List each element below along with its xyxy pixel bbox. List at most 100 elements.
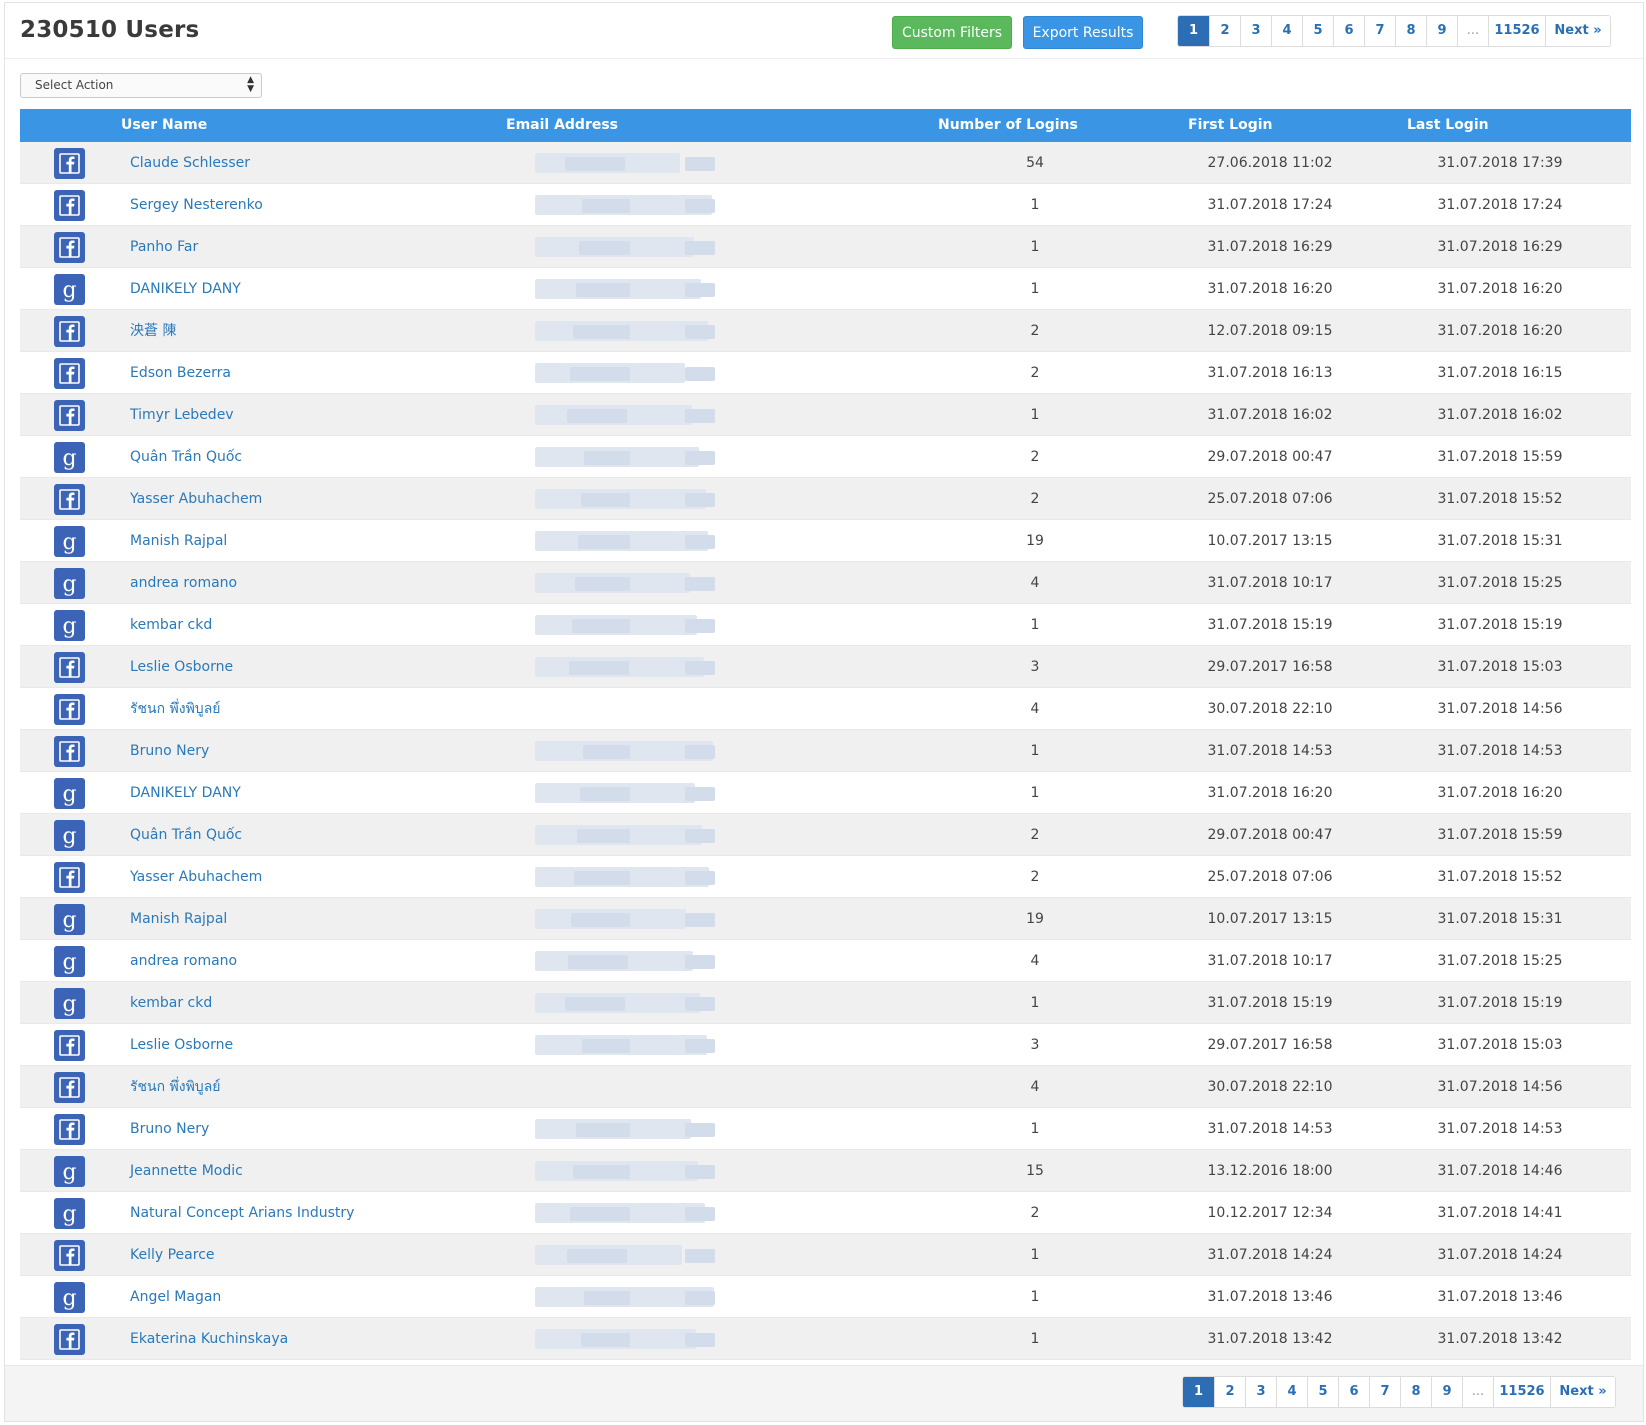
pagination-page[interactable]: 6 bbox=[1339, 1377, 1370, 1407]
column-email[interactable]: Email Address bbox=[506, 109, 618, 142]
pagination-page[interactable]: 9 bbox=[1432, 1377, 1463, 1407]
last-login: 31.07.2018 15:52 bbox=[1437, 491, 1563, 507]
first-login: 30.07.2018 22:10 bbox=[1207, 701, 1333, 717]
svg-text:g: g bbox=[62, 1286, 76, 1311]
column-first-login[interactable]: First Login bbox=[1188, 109, 1273, 142]
table-row: Claude Schlesser 54 27.06.2018 11:02 31.07.… bbox=[20, 142, 1631, 184]
column-last-login[interactable]: Last Login bbox=[1407, 109, 1489, 142]
table-row: Bruno Nery 1 31.07.2018 14:53 31.07.2018 14… bbox=[20, 1108, 1631, 1150]
user-name-link[interactable]: Manish Rajpal bbox=[130, 520, 227, 562]
user-name-link[interactable]: andrea romano bbox=[130, 562, 237, 604]
user-name-link[interactable]: Sergey Nesterenko bbox=[130, 184, 263, 226]
pagination-page[interactable]: 8 bbox=[1401, 1377, 1432, 1407]
column-user-name[interactable]: User Name bbox=[121, 109, 207, 142]
first-login: 31.07.2018 15:19 bbox=[1207, 617, 1333, 633]
table-row: g Quân Trần Quốc 2 29.07.2018 00:47 31.07.20… bbox=[20, 436, 1631, 478]
last-login: 31.07.2018 15:31 bbox=[1437, 911, 1563, 927]
column-logins[interactable]: Number of Logins bbox=[938, 109, 1078, 142]
pagination-page[interactable]: 1 bbox=[1183, 1377, 1215, 1407]
google-icon: g bbox=[54, 778, 85, 809]
first-login: 29.07.2017 16:58 bbox=[1207, 1037, 1333, 1053]
user-name-link[interactable]: Quân Trần Quốc bbox=[130, 436, 242, 478]
user-name-link[interactable]: Bruno Nery bbox=[130, 730, 209, 772]
user-name-link[interactable]: Claude Schlesser bbox=[130, 142, 250, 184]
export-results-button[interactable]: Export Results bbox=[1023, 16, 1143, 49]
user-name-link[interactable]: Quân Trần Quốc bbox=[130, 814, 242, 856]
facebook-icon bbox=[54, 1114, 85, 1145]
user-name-link[interactable]: รัชนก พึ่งพิบูลย์ bbox=[130, 1066, 220, 1108]
table-row: 泱蒼 陳 2 12.07.2018 09:15 31.07.2018 16:20 bbox=[20, 310, 1631, 352]
first-login: 30.07.2018 22:10 bbox=[1207, 1079, 1333, 1095]
login-count: 4 bbox=[1030, 575, 1040, 591]
email-redacted bbox=[535, 783, 720, 803]
pagination-page[interactable]: 5 bbox=[1308, 1377, 1339, 1407]
email-redacted bbox=[535, 741, 720, 761]
table-row: g kembar ckd 1 31.07.2018 15:19 31.07.2018 1… bbox=[20, 982, 1631, 1024]
user-name-link[interactable]: Yasser Abuhachem bbox=[130, 478, 262, 520]
user-name-link[interactable]: Manish Rajpal bbox=[130, 898, 227, 940]
pagination-page[interactable]: 2 bbox=[1210, 16, 1241, 46]
first-login: 31.07.2018 13:42 bbox=[1207, 1331, 1333, 1347]
user-name-link[interactable]: Bruno Nery bbox=[130, 1108, 209, 1150]
user-name-link[interactable]: Leslie Osborne bbox=[130, 646, 233, 688]
google-icon: g bbox=[54, 1282, 85, 1313]
user-name-link[interactable]: Timyr Lebedev bbox=[130, 394, 234, 436]
pagination-page[interactable]: 6 bbox=[1334, 16, 1365, 46]
user-name-link[interactable]: Panho Far bbox=[130, 226, 198, 268]
user-name-link[interactable]: Kelly Pearce bbox=[130, 1234, 215, 1276]
table-header: User Name Email Address Number of Logins… bbox=[20, 109, 1631, 142]
login-count: 1 bbox=[1030, 617, 1040, 633]
user-name-link[interactable]: รัชนก พึ่งพิบูลย์ bbox=[130, 688, 220, 730]
user-name-link[interactable]: Edson Bezerra bbox=[130, 352, 231, 394]
user-name-link[interactable]: kembar ckd bbox=[130, 982, 212, 1024]
pagination-next[interactable]: Next » bbox=[1546, 16, 1610, 46]
login-count: 2 bbox=[1030, 1205, 1040, 1221]
user-name-link[interactable]: Natural Concept Arians Industry bbox=[130, 1192, 354, 1234]
user-name-link[interactable]: Angel Magan bbox=[130, 1276, 221, 1318]
pagination-page[interactable]: 11526 bbox=[1494, 1377, 1551, 1407]
user-name-link[interactable]: kembar ckd bbox=[130, 604, 212, 646]
pagination-page[interactable]: 4 bbox=[1272, 16, 1303, 46]
svg-text:g: g bbox=[62, 908, 76, 933]
table-row: Panho Far 1 31.07.2018 16:29 31.07.2018 16:… bbox=[20, 226, 1631, 268]
table-row: g DANIKELY DANY 1 31.07.2018 16:20 31.07.201… bbox=[20, 772, 1631, 814]
last-login: 31.07.2018 14:53 bbox=[1437, 743, 1563, 759]
user-name-link[interactable]: Ekaterina Kuchinskaya bbox=[130, 1318, 288, 1360]
pagination-page[interactable]: 1 bbox=[1178, 16, 1210, 46]
table-row: Kelly Pearce 1 31.07.2018 14:24 31.07.2018 … bbox=[20, 1234, 1631, 1276]
table-row: Yasser Abuhachem 2 25.07.2018 07:06 31.07.2… bbox=[20, 478, 1631, 520]
facebook-icon bbox=[54, 1072, 85, 1103]
first-login: 31.07.2018 14:53 bbox=[1207, 1121, 1333, 1137]
email-redacted bbox=[535, 1161, 720, 1181]
pagination-page[interactable]: 11526 bbox=[1489, 16, 1546, 46]
pagination-page[interactable]: 3 bbox=[1241, 16, 1272, 46]
pagination-page[interactable]: 3 bbox=[1246, 1377, 1277, 1407]
pagination-page[interactable]: 8 bbox=[1396, 16, 1427, 46]
svg-text:g: g bbox=[62, 530, 76, 555]
login-count: 3 bbox=[1030, 659, 1040, 675]
pagination-page[interactable]: 4 bbox=[1277, 1377, 1308, 1407]
user-name-link[interactable]: Leslie Osborne bbox=[130, 1024, 233, 1066]
pagination-page[interactable]: 9 bbox=[1427, 16, 1458, 46]
custom-filters-button[interactable]: Custom Filters bbox=[892, 16, 1012, 49]
first-login: 31.07.2018 10:17 bbox=[1207, 953, 1333, 969]
first-login: 10.07.2017 13:15 bbox=[1207, 533, 1333, 549]
user-name-link[interactable]: DANIKELY DANY bbox=[130, 772, 241, 814]
last-login: 31.07.2018 14:53 bbox=[1437, 1121, 1563, 1137]
user-name-link[interactable]: 泱蒼 陳 bbox=[130, 310, 176, 352]
user-name-link[interactable]: Yasser Abuhachem bbox=[130, 856, 262, 898]
user-name-link[interactable]: andrea romano bbox=[130, 940, 237, 982]
pagination-page[interactable]: 7 bbox=[1365, 16, 1396, 46]
select-action-dropdown[interactable]: Select Action ▲ ▼ bbox=[20, 73, 262, 98]
google-icon: g bbox=[54, 568, 85, 599]
login-count: 2 bbox=[1030, 449, 1040, 465]
pagination-page[interactable]: 2 bbox=[1215, 1377, 1246, 1407]
user-name-link[interactable]: DANIKELY DANY bbox=[130, 268, 241, 310]
pagination-page[interactable]: 7 bbox=[1370, 1377, 1401, 1407]
email-redacted bbox=[535, 405, 720, 425]
pagination-page[interactable]: 5 bbox=[1303, 16, 1334, 46]
last-login: 31.07.2018 13:42 bbox=[1437, 1331, 1563, 1347]
pagination-next[interactable]: Next » bbox=[1551, 1377, 1615, 1407]
user-name-link[interactable]: Jeannette Modic bbox=[130, 1150, 243, 1192]
login-count: 1 bbox=[1030, 197, 1040, 213]
